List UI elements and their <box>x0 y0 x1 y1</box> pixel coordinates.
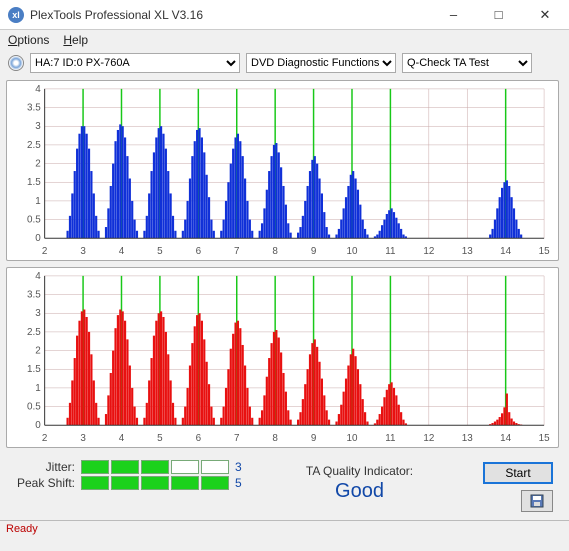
meter-block <box>81 460 109 474</box>
peak-label: Peak Shift: <box>16 476 81 490</box>
svg-text:11: 11 <box>385 246 396 257</box>
menu-options[interactable]: Optionsdocument.currentScript.previousSi… <box>8 33 49 47</box>
svg-text:3.5: 3.5 <box>27 290 41 301</box>
svg-text:3: 3 <box>80 246 86 257</box>
svg-text:2: 2 <box>35 346 40 357</box>
chart-area: 00.511.522.533.5423456789101112131415 00… <box>0 76 569 448</box>
svg-text:5: 5 <box>157 433 163 444</box>
meter-block <box>111 476 139 490</box>
app-icon: xl <box>8 7 24 23</box>
ta-quality: TA Quality Indicator: Good <box>266 458 453 503</box>
svg-text:2.5: 2.5 <box>27 140 41 151</box>
start-button[interactable]: Start <box>483 462 553 484</box>
svg-text:4: 4 <box>35 84 41 95</box>
menu-help[interactable]: Helpdocument.currentScript.previousSibli… <box>63 33 88 47</box>
svg-text:13: 13 <box>462 246 473 257</box>
svg-text:2: 2 <box>42 433 48 444</box>
window-title: PlexTools Professional XL V3.16 <box>30 8 431 22</box>
metrics-panel: Jitter: 3 Peak Shift: 5 TA Quality Indic… <box>0 454 569 520</box>
jitter-value: 3 <box>235 460 247 474</box>
close-button[interactable]: ✕ <box>521 0 569 30</box>
svg-text:1.5: 1.5 <box>27 177 41 188</box>
meter-block <box>171 476 199 490</box>
svg-text:5: 5 <box>157 246 163 257</box>
status-text: Ready <box>6 523 38 535</box>
svg-text:15: 15 <box>539 246 550 257</box>
svg-text:2: 2 <box>35 159 40 170</box>
svg-text:4: 4 <box>119 246 125 257</box>
svg-text:10: 10 <box>347 433 358 444</box>
svg-text:11: 11 <box>385 433 396 444</box>
meter-block <box>111 460 139 474</box>
meter-block <box>141 460 169 474</box>
svg-text:3: 3 <box>35 308 41 319</box>
disc-icon <box>8 55 24 71</box>
svg-text:1: 1 <box>35 383 41 394</box>
svg-text:10: 10 <box>347 246 358 257</box>
titlebar: xl PlexTools Professional XL V3.16 – □ ✕ <box>0 0 569 30</box>
svg-text:0: 0 <box>35 420 41 431</box>
maximize-button[interactable]: □ <box>476 0 521 30</box>
svg-text:0: 0 <box>35 233 41 244</box>
menubar: Optionsdocument.currentScript.previousSi… <box>0 30 569 50</box>
svg-text:15: 15 <box>539 433 550 444</box>
svg-text:2.5: 2.5 <box>27 327 41 338</box>
svg-text:7: 7 <box>234 433 239 444</box>
test-select[interactable]: Q-Check TA Test <box>402 53 532 73</box>
ta-value: Good <box>266 480 453 503</box>
chart-top: 0 0.5 1 1.5 2 2.5 3 3.5 4 2 3 4 5 6 7 8 9 10 11 12 13 14 15 <box>6 80 559 261</box>
svg-text:3.5: 3.5 <box>27 103 41 114</box>
svg-text:8: 8 <box>272 433 278 444</box>
svg-text:2: 2 <box>42 246 48 257</box>
svg-text:14: 14 <box>500 246 511 257</box>
svg-text:7: 7 <box>234 246 239 257</box>
peak-value: 5 <box>235 476 247 490</box>
jitter-label: Jitter: <box>16 460 81 474</box>
svg-text:6: 6 <box>196 433 202 444</box>
svg-text:13: 13 <box>462 433 473 444</box>
svg-text:12: 12 <box>423 433 434 444</box>
svg-text:9: 9 <box>311 246 317 257</box>
svg-text:0.5: 0.5 <box>27 215 41 226</box>
function-select[interactable]: DVD Diagnostic Functions <box>246 53 396 73</box>
drive-select[interactable]: HA:7 ID:0 PX-760A <box>30 53 240 73</box>
svg-text:12: 12 <box>423 246 434 257</box>
status-bar: Ready <box>0 520 569 540</box>
svg-text:3: 3 <box>80 433 86 444</box>
svg-text:1: 1 <box>35 196 41 207</box>
chart-bottom: 0 0.5 1 1.5 2 2.5 3 3.5 4 2 3 4 5 6 7 8 9 10 11 12 13 14 15 <box>6 267 559 448</box>
meter-block <box>141 476 169 490</box>
svg-text:3: 3 <box>35 121 41 132</box>
ta-label: TA Quality Indicator: <box>266 464 453 478</box>
svg-text:1.5: 1.5 <box>27 364 41 375</box>
svg-text:14: 14 <box>500 433 511 444</box>
svg-text:8: 8 <box>272 246 278 257</box>
svg-text:4: 4 <box>119 433 125 444</box>
svg-text:6: 6 <box>196 246 202 257</box>
toolbar: HA:7 ID:0 PX-760A DVD Diagnostic Functio… <box>0 50 569 76</box>
minimize-button[interactable]: – <box>431 0 476 30</box>
meter-block <box>201 476 229 490</box>
peak-row: Peak Shift: 5 <box>16 476 266 490</box>
save-button[interactable] <box>521 490 553 512</box>
svg-text:0.5: 0.5 <box>27 402 41 413</box>
meter-block <box>81 476 109 490</box>
jitter-row: Jitter: 3 <box>16 460 266 474</box>
svg-text:9: 9 <box>311 433 317 444</box>
meter-block <box>171 460 199 474</box>
peak-blocks <box>81 476 229 490</box>
svg-text:4: 4 <box>35 271 41 282</box>
meter-block <box>201 460 229 474</box>
jitter-blocks <box>81 460 229 474</box>
save-icon <box>529 493 545 509</box>
